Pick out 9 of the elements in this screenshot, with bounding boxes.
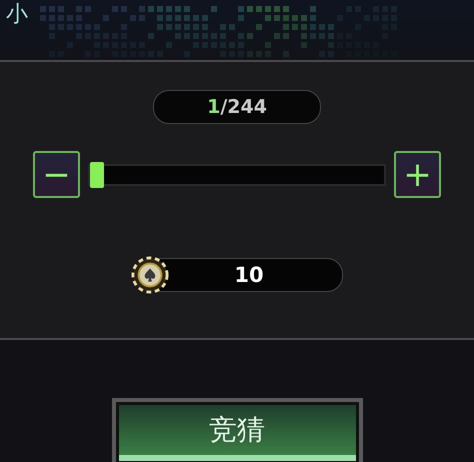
current-count: 1 [207,96,220,118]
slider-thumb[interactable] [90,162,104,188]
increase-button[interactable]: + [394,151,441,198]
total-count: /244 [220,96,267,118]
header-title: 小 [6,1,28,29]
decrease-button[interactable]: − [33,151,80,198]
slider-track[interactable] [88,164,386,186]
bet-amount-field[interactable]: 10 [155,258,343,292]
bet-button[interactable]: 竞猜 [112,398,362,462]
